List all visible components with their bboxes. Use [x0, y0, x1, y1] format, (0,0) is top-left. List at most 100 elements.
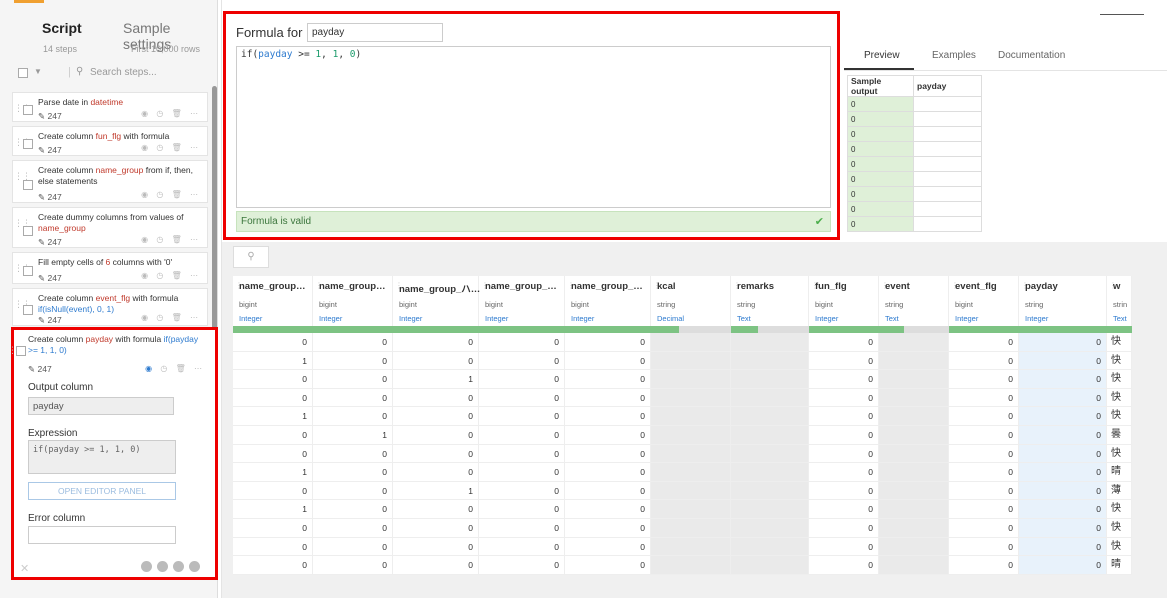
- table-cell[interactable]: 快: [1107, 500, 1132, 519]
- table-cell[interactable]: [731, 333, 809, 352]
- table-cell[interactable]: 1: [233, 407, 313, 426]
- table-cell[interactable]: 0: [233, 444, 313, 464]
- table-cell[interactable]: 0: [313, 351, 393, 371]
- step-actions[interactable]: ◉ ◷ 🗑 ⋯: [141, 109, 201, 118]
- step-actions[interactable]: ◉ ◷ 🗑 ⋯: [145, 364, 205, 373]
- table-cell[interactable]: 0: [565, 426, 651, 445]
- column-meaning[interactable]: Text: [1113, 314, 1127, 323]
- table-cell[interactable]: 0: [233, 370, 313, 389]
- column-meaning[interactable]: Decimal: [657, 314, 684, 323]
- table-cell[interactable]: 0: [949, 370, 1019, 389]
- table-cell[interactable]: 快: [1107, 407, 1132, 426]
- table-cell[interactable]: 晴: [1107, 463, 1132, 482]
- table-cell[interactable]: 0: [809, 370, 879, 389]
- step-checkbox[interactable]: [16, 346, 26, 356]
- search-steps-input[interactable]: Search steps...: [90, 67, 157, 78]
- table-cell[interactable]: [731, 463, 809, 482]
- table-cell[interactable]: [651, 537, 731, 557]
- column-header[interactable]: ⋮ name_group_ハ… bigint Integer: [393, 276, 480, 333]
- table-cell[interactable]: 0: [233, 388, 313, 408]
- copy-icon[interactable]: [173, 561, 184, 572]
- table-cell[interactable]: 0: [393, 333, 479, 352]
- table-cell[interactable]: 0: [1019, 500, 1107, 519]
- table-cell[interactable]: 0: [1019, 333, 1107, 352]
- table-cell[interactable]: [879, 444, 949, 464]
- table-cell[interactable]: 0: [1019, 537, 1107, 557]
- table-cell[interactable]: 快: [1107, 333, 1132, 352]
- column-meaning[interactable]: Integer: [399, 314, 422, 323]
- column-meaning[interactable]: Text: [737, 314, 751, 323]
- step-actions[interactable]: ◉ ◷ 🗑 ⋯: [141, 313, 201, 322]
- table-cell[interactable]: 0: [949, 500, 1019, 519]
- table-cell[interactable]: [879, 463, 949, 482]
- table-cell[interactable]: 0: [479, 333, 565, 352]
- table-cell[interactable]: 快: [1107, 388, 1132, 408]
- step-checkbox[interactable]: [23, 266, 33, 276]
- table-cell[interactable]: 0: [565, 519, 651, 538]
- column-header[interactable]: ⋮ name_group… bigint Integer: [313, 276, 393, 333]
- table-cell[interactable]: [731, 481, 809, 501]
- table-cell[interactable]: 0: [313, 556, 393, 575]
- table-cell[interactable]: 0: [949, 388, 1019, 408]
- table-cell[interactable]: 0: [809, 351, 879, 371]
- column-header[interactable]: ⋮ name_group… bigint Integer: [233, 276, 313, 333]
- table-cell[interactable]: 0: [479, 388, 565, 408]
- table-cell[interactable]: [731, 388, 809, 408]
- step-item[interactable]: ⋮⋮ Create column event_flg with formula i…: [12, 288, 208, 326]
- table-cell[interactable]: 0: [393, 463, 479, 482]
- table-cell[interactable]: 0: [313, 519, 393, 538]
- table-cell[interactable]: 0: [479, 444, 565, 464]
- step-item[interactable]: ⋮⋮ Create dummy columns from values of na…: [12, 207, 208, 248]
- table-cell[interactable]: [731, 370, 809, 389]
- tab-preview[interactable]: Preview: [864, 50, 900, 61]
- table-cell[interactable]: [731, 407, 809, 426]
- table-cell[interactable]: [879, 519, 949, 538]
- table-cell[interactable]: 0: [313, 388, 393, 408]
- table-cell[interactable]: [651, 519, 731, 538]
- table-cell[interactable]: [651, 500, 731, 519]
- table-cell[interactable]: 0: [565, 444, 651, 464]
- table-cell[interactable]: 0: [233, 333, 313, 352]
- pin-icon[interactable]: ✕: [20, 562, 29, 575]
- table-cell[interactable]: 0: [1019, 426, 1107, 445]
- table-cell[interactable]: 1: [233, 500, 313, 519]
- expression-textarea[interactable]: if(payday >= 1, 1, 0): [28, 440, 176, 474]
- table-cell[interactable]: 0: [1019, 444, 1107, 464]
- table-cell[interactable]: [651, 463, 731, 482]
- table-cell[interactable]: 0: [233, 426, 313, 445]
- table-cell[interactable]: [651, 388, 731, 408]
- step-item[interactable]: ⋮⋮ Fill empty cells of 6 columns with '0'…: [12, 252, 208, 284]
- table-cell[interactable]: 0: [565, 500, 651, 519]
- table-cell[interactable]: 0: [1019, 388, 1107, 408]
- table-cell[interactable]: 0: [393, 500, 479, 519]
- table-cell[interactable]: 0: [1019, 463, 1107, 482]
- column-header[interactable]: ⋮ event_flg bigint Integer: [949, 276, 1019, 333]
- column-header[interactable]: ⋮ name_group_… bigint Integer: [565, 276, 651, 333]
- table-cell[interactable]: [651, 481, 731, 501]
- table-cell[interactable]: 0: [313, 481, 393, 501]
- table-cell[interactable]: 0: [949, 463, 1019, 482]
- help-icon[interactable]: [189, 561, 200, 572]
- table-cell[interactable]: 0: [565, 463, 651, 482]
- table-cell[interactable]: 快: [1107, 444, 1132, 464]
- column-meaning[interactable]: Integer: [815, 314, 838, 323]
- step-actions[interactable]: ◉ ◷ 🗑 ⋯: [141, 235, 201, 244]
- table-cell[interactable]: [731, 351, 809, 371]
- table-cell[interactable]: 1: [233, 463, 313, 482]
- table-cell[interactable]: 0: [479, 370, 565, 389]
- column-meaning[interactable]: Integer: [1025, 314, 1048, 323]
- step-checkbox[interactable]: [23, 139, 33, 149]
- table-cell[interactable]: [879, 426, 949, 445]
- table-cell[interactable]: 0: [393, 426, 479, 445]
- table-cell[interactable]: 0: [313, 444, 393, 464]
- table-cell[interactable]: [879, 351, 949, 371]
- table-cell[interactable]: 0: [809, 463, 879, 482]
- step-item[interactable]: ⋮⋮ Parse date in datetime ✎ 247 ◉ ◷ 🗑 ⋯: [12, 92, 208, 122]
- step-checkbox[interactable]: [23, 305, 33, 315]
- column-header[interactable]: ⋮ event string Text: [879, 276, 949, 333]
- table-cell[interactable]: 1: [393, 370, 479, 389]
- table-cell[interactable]: [879, 481, 949, 501]
- table-cell[interactable]: 0: [479, 426, 565, 445]
- table-cell[interactable]: 0: [565, 333, 651, 352]
- column-meaning[interactable]: Integer: [955, 314, 978, 323]
